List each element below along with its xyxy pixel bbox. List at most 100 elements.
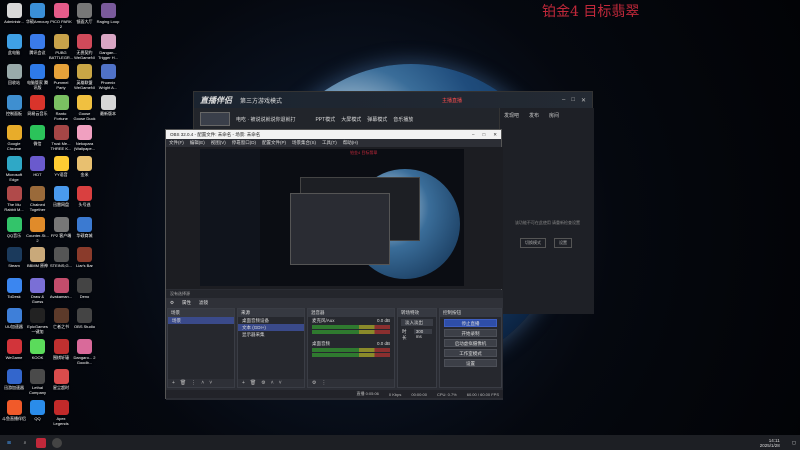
live-record-button[interactable]: 主播直播: [442, 97, 462, 104]
close-icon[interactable]: ✕: [493, 132, 497, 138]
add-icon[interactable]: +: [172, 380, 175, 386]
toggle-ppt[interactable]: PPT模式: [315, 116, 335, 123]
desktop-icon[interactable]: YY语音: [49, 155, 73, 177]
desktop-icon[interactable]: 亡者之书: [49, 308, 73, 329]
down-icon[interactable]: ˅: [279, 380, 282, 386]
live-app-task-icon[interactable]: [36, 437, 46, 448]
minimize-icon[interactable]: –: [562, 97, 565, 104]
desktop-icon[interactable]: ToDesk: [2, 277, 26, 299]
desktop-icon[interactable]: Liar's Bar: [73, 247, 97, 268]
desktop-icon[interactable]: 电脑管家 腾讯版: [26, 64, 50, 90]
obs-menu-item[interactable]: 编辑(E): [190, 140, 205, 146]
desktop-icon[interactable]: 腾讯会议: [26, 33, 50, 55]
desktop-icon[interactable]: 英雄联盟 WeGameNI: [73, 64, 97, 90]
gear-icon[interactable]: ⚙: [261, 380, 265, 386]
desktop-icon[interactable]: 此电脑: [2, 33, 26, 55]
desktop-icon[interactable]: 镜面大厅: [73, 3, 97, 24]
desktop-icon[interactable]: Administr...: [2, 3, 26, 24]
desktop-icon[interactable]: Trust Me... THREE K...: [49, 125, 73, 151]
desktop-icon[interactable]: Counter-St... 2: [26, 216, 50, 243]
start-recording-button[interactable]: 开始录制: [444, 329, 497, 337]
maximize-icon[interactable]: □: [571, 97, 575, 104]
windows-start-icon[interactable]: ⊞: [4, 438, 14, 448]
tab-discover[interactable]: 发现吧: [504, 112, 519, 119]
desktop-icon[interactable]: Steam: [2, 247, 26, 268]
desktop-icon[interactable]: 头号逃: [73, 186, 97, 207]
desktop-icon[interactable]: 星尘超时: [49, 369, 73, 390]
more-icon[interactable]: ⋮: [321, 380, 326, 386]
desktop-icon[interactable]: FP2 客户端: [49, 216, 73, 238]
live-mode-label[interactable]: 第三方游戏模式: [240, 96, 282, 105]
desktop-icon[interactable]: STEINS;G...: [49, 247, 73, 268]
up-icon[interactable]: ˄: [201, 380, 204, 386]
preview-canvas[interactable]: 铂金4 目标翡翠: [200, 149, 464, 286]
stop-streaming-button[interactable]: 停止直播: [444, 319, 497, 327]
desktop-icon[interactable]: 斗鱼直播伴侣: [2, 399, 26, 421]
tab-room[interactable]: 房间: [549, 112, 559, 119]
desktop-icon[interactable]: Raging Loop: [96, 3, 120, 24]
desktop-icon[interactable]: HDT: [26, 155, 50, 177]
desktop-icon[interactable]: OBS Studio: [73, 308, 97, 329]
desktop-icon[interactable]: Draw & Guess: [26, 277, 50, 304]
filter-button[interactable]: 滤镜: [199, 300, 208, 306]
desktop-icon[interactable]: Avakaman...: [49, 277, 73, 299]
desktop-icon[interactable]: 回收站: [2, 64, 26, 85]
desktop-icon[interactable]: 迅雷网盘: [49, 186, 73, 207]
desktop-icon[interactable]: Microsoft Edge: [2, 155, 26, 182]
taskbar-clock[interactable]: 14:11 2025/1/28: [760, 438, 780, 448]
desktop-icon[interactable]: 网易云音乐: [26, 94, 50, 116]
desktop-icon[interactable]: Deno: [73, 277, 97, 299]
add-icon[interactable]: +: [242, 380, 245, 386]
desktop-icon[interactable]: Ranto Fortune: [49, 94, 73, 121]
scene-item[interactable]: 场景: [168, 317, 234, 324]
more-icon[interactable]: ⋮: [191, 380, 196, 386]
desktop-icon[interactable]: 金米: [73, 155, 97, 177]
desktop-icon[interactable]: Dangaro... 2 Goodb...: [73, 338, 97, 365]
settings-button[interactable]: 设置: [444, 359, 497, 367]
close-icon[interactable]: ✕: [581, 97, 586, 104]
studio-mode-button[interactable]: 工作室模式: [444, 349, 497, 357]
desktop-icon[interactable]: PUBG BATTLEGR...: [49, 33, 73, 60]
obs-menu-item[interactable]: 场景集合(S): [292, 140, 316, 146]
desktop-icon[interactable]: UU加速器: [2, 308, 26, 329]
desktop-icon[interactable]: 围棋轩辕: [49, 338, 73, 360]
desktop-icon[interactable]: QQ音乐: [2, 216, 26, 238]
desktop-icon[interactable]: 迅游加速器: [2, 369, 26, 390]
desktop-icon[interactable]: Chained Together: [26, 186, 50, 212]
desktop-icon[interactable]: BBMM 原神: [26, 247, 50, 268]
toggle-danmu[interactable]: 弹幕模式: [367, 116, 387, 123]
notification-icon[interactable]: ▢: [792, 440, 796, 446]
duration-input[interactable]: 300 ms: [413, 329, 432, 339]
toggle-big[interactable]: 大屏模式: [341, 116, 361, 123]
desktop-icon[interactable]: 微信: [26, 125, 50, 146]
source-item[interactable]: 文本 (GDI+): [238, 324, 304, 331]
desktop-icon[interactable]: 华硕Armoury: [26, 3, 50, 24]
transition-select[interactable]: 淡入淡出: [401, 319, 433, 326]
obs-menu-item[interactable]: 停靠窗口(D): [232, 140, 256, 146]
tab-anchor[interactable]: 发布: [529, 112, 539, 119]
desktop-icon[interactable]: Lethal Company: [26, 369, 50, 395]
obs-task-icon[interactable]: [52, 437, 62, 448]
down-icon[interactable]: ˅: [209, 380, 212, 386]
up-icon[interactable]: ˄: [271, 380, 274, 386]
obs-window[interactable]: OBS 32.0.4 - 配置文件: 未命名 - 场景: 未命名 – □ ✕ 文件(…: [165, 129, 503, 400]
desktop-icon[interactable]: Nekopara (Wallpape...: [73, 125, 97, 151]
desktop-icon[interactable]: 控制面板: [2, 94, 26, 116]
virtual-camera-button[interactable]: 启动虚拟摄像机: [444, 339, 497, 347]
desktop-icon[interactable]: The Mu Rabbit M...: [2, 186, 26, 212]
desktop-icon[interactable]: QQ: [26, 399, 50, 421]
desktop-icon[interactable]: WeGame: [2, 338, 26, 360]
desktop-icon[interactable]: Goose Goose Duck: [73, 94, 97, 121]
toggle-music[interactable]: 音乐播放: [393, 116, 413, 123]
stream-thumbnail[interactable]: [200, 112, 230, 126]
minimize-icon[interactable]: –: [472, 132, 475, 138]
desktop-icon[interactable]: 最新版本: [96, 94, 120, 116]
obs-menu-item[interactable]: 文件(F): [169, 140, 184, 146]
desktop-icon[interactable]: Phoenix Wright A...: [96, 64, 120, 90]
desktop-icon[interactable]: 华硕商城: [73, 216, 97, 238]
desktop-icon[interactable]: Google Chrome: [2, 125, 26, 151]
trash-icon[interactable]: 🗑: [180, 380, 186, 386]
source-item[interactable]: 桌面音频设备: [238, 317, 304, 324]
desktop-icon[interactable]: KOOK: [26, 338, 50, 360]
gear-icon[interactable]: ⚙: [170, 300, 174, 306]
